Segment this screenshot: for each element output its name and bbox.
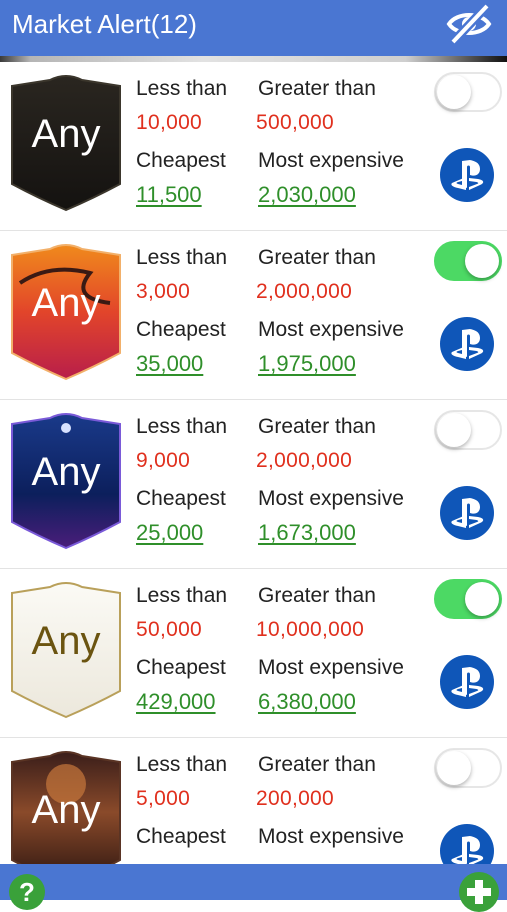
toggle-knob: [437, 751, 471, 785]
greater-than-label: Greater than: [258, 584, 376, 607]
most-expensive-price-link[interactable]: 6,380,000: [258, 689, 356, 715]
card-image: Any: [10, 74, 122, 212]
less-than-value: 5,000: [136, 787, 191, 810]
toggle-knob: [465, 244, 499, 278]
most-expensive-price-link[interactable]: 1,673,000: [258, 520, 356, 546]
toggle-knob: [437, 413, 471, 447]
less-than-label: Less than: [136, 584, 228, 607]
playstation-icon[interactable]: [440, 148, 494, 202]
playstation-icon[interactable]: [440, 317, 494, 371]
alert-list[interactable]: Any Less than Greater than 10,000 500,00…: [0, 62, 507, 864]
greater-than-value: 2,000,000: [256, 449, 353, 472]
bottom-toolbar: ?: [0, 864, 507, 912]
greater-than-value: 500,000: [256, 111, 335, 134]
cheapest-price-link[interactable]: 35,000: [136, 351, 203, 377]
most-expensive-label: Most expensive: [258, 656, 404, 679]
card-image: Any: [10, 412, 122, 550]
alert-toggle[interactable]: [434, 410, 502, 450]
alert-row[interactable]: Any Less than Greater than 50,000 10,000…: [0, 569, 507, 738]
most-expensive-label: Most expensive: [258, 825, 404, 848]
eye-slash-icon[interactable]: [443, 2, 495, 46]
card-image: Any: [10, 243, 122, 381]
greater-than-label: Greater than: [258, 77, 376, 100]
less-than-value: 3,000: [136, 280, 191, 303]
cheapest-label: Cheapest: [136, 318, 226, 341]
page-title: Market Alert(12): [12, 9, 197, 39]
toggle-knob: [437, 75, 471, 109]
playstation-icon[interactable]: [440, 655, 494, 709]
greater-than-value: 10,000,000: [256, 618, 365, 641]
greater-than-label: Greater than: [258, 246, 376, 269]
card-label: Any: [31, 788, 101, 832]
greater-than-value: 2,000,000: [256, 280, 353, 303]
most-expensive-label: Most expensive: [258, 318, 404, 341]
greater-than-label: Greater than: [258, 753, 376, 776]
card-label: Any: [31, 281, 101, 325]
playstation-icon[interactable]: [440, 486, 494, 540]
playstation-icon[interactable]: [440, 824, 494, 864]
most-expensive-label: Most expensive: [258, 149, 404, 172]
alert-row[interactable]: Any Less than Greater than 5,000 200,000…: [0, 738, 507, 864]
card-image: Any: [10, 581, 122, 719]
card-image: Any: [10, 750, 122, 864]
alert-toggle[interactable]: [434, 72, 502, 112]
cheapest-price-link[interactable]: 25,000: [136, 520, 203, 546]
most-expensive-price-link[interactable]: 2,030,000: [258, 182, 356, 208]
most-expensive-price-link[interactable]: 1,975,000: [258, 351, 356, 377]
alert-toggle[interactable]: [434, 579, 502, 619]
cheapest-label: Cheapest: [136, 487, 226, 510]
cheapest-label: Cheapest: [136, 149, 226, 172]
cheapest-label: Cheapest: [136, 656, 226, 679]
less-than-label: Less than: [136, 415, 228, 438]
alert-toggle[interactable]: [434, 748, 502, 788]
alert-row[interactable]: Any Less than Greater than 10,000 500,00…: [0, 62, 507, 231]
greater-than-label: Greater than: [258, 415, 376, 438]
less-than-value: 9,000: [136, 449, 191, 472]
less-than-label: Less than: [136, 246, 228, 269]
less-than-label: Less than: [136, 753, 228, 776]
card-label: Any: [31, 112, 101, 156]
app-header: Market Alert(12): [0, 0, 507, 56]
cheapest-price-link[interactable]: 11,500: [136, 182, 202, 208]
alert-row[interactable]: Any Less than Greater than 3,000 2,000,0…: [0, 231, 507, 400]
less-than-value: 10,000: [136, 111, 203, 134]
greater-than-value: 200,000: [256, 787, 335, 810]
toggle-knob: [465, 582, 499, 616]
less-than-value: 50,000: [136, 618, 203, 641]
plus-icon[interactable]: [459, 872, 499, 912]
alert-row[interactable]: Any Less than Greater than 9,000 2,000,0…: [0, 400, 507, 569]
cheapest-price-link[interactable]: 429,000: [136, 689, 216, 715]
help-button[interactable]: ?: [9, 874, 45, 910]
card-label: Any: [31, 619, 101, 663]
alert-toggle[interactable]: [434, 241, 502, 281]
card-label: Any: [31, 450, 101, 494]
most-expensive-label: Most expensive: [258, 487, 404, 510]
less-than-label: Less than: [136, 77, 228, 100]
cheapest-label: Cheapest: [136, 825, 226, 848]
